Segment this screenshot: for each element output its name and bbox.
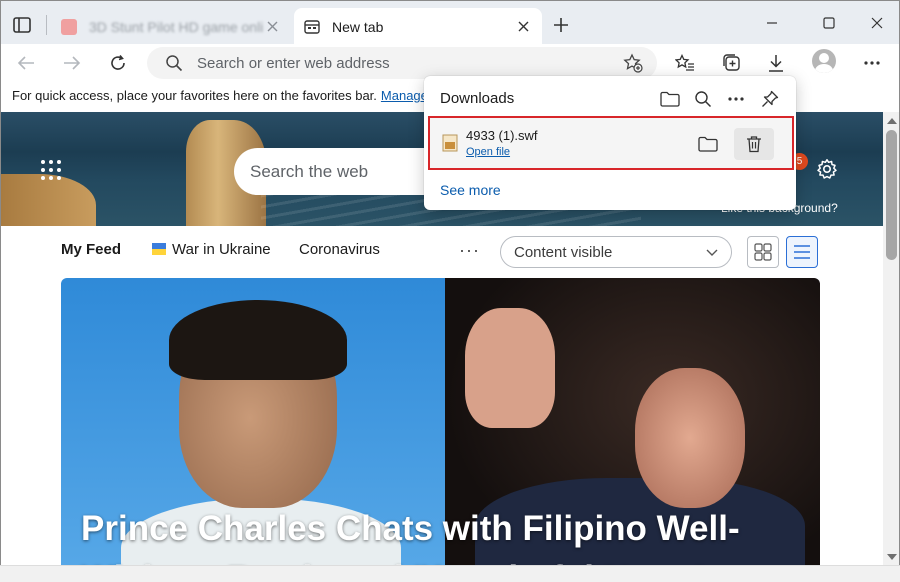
content-visibility-value: Content visible [514, 244, 613, 261]
web-search-box[interactable]: Search the web [234, 148, 434, 195]
address-bar[interactable]: Search or enter web address [147, 47, 657, 79]
gear-icon [817, 159, 837, 179]
downloads-button[interactable] [763, 50, 789, 76]
download-icon [769, 55, 783, 72]
feed-tab-my-feed[interactable]: My Feed [61, 241, 121, 258]
scroll-up-arrow[interactable] [887, 118, 897, 124]
downloads-more-options-button[interactable] [723, 86, 749, 112]
tab-actions-icon [13, 17, 31, 33]
address-placeholder: Search or enter web address [197, 55, 390, 72]
minimize-icon [767, 22, 777, 24]
close-tab-button[interactable] [263, 18, 281, 36]
open-downloads-folder-button[interactable] [657, 86, 683, 112]
refresh-button[interactable] [105, 50, 131, 76]
plus-icon [554, 18, 568, 32]
show-in-folder-button[interactable] [690, 128, 726, 160]
feed-navigation: My Feed War in Ukraine Coronavirus ··· C… [1, 226, 883, 276]
back-button[interactable] [13, 50, 39, 76]
close-tab-button[interactable] [514, 18, 532, 36]
see-more-link[interactable]: See more [440, 182, 501, 198]
list-icon [794, 245, 810, 259]
collections-icon [723, 54, 740, 71]
tab-game[interactable]: 3D Stunt Pilot HD game online [51, 8, 291, 45]
tab-title: New tab [332, 18, 384, 35]
download-file-name: 4933 (1).swf [466, 128, 538, 143]
search-downloads-button[interactable] [690, 86, 716, 112]
ukraine-flag-icon [152, 243, 166, 255]
pin-icon [762, 90, 779, 107]
favorites-icon [675, 54, 694, 71]
horizontal-scrollbar[interactable] [0, 565, 900, 582]
trash-icon [747, 136, 761, 153]
grid-layout-button[interactable] [747, 236, 779, 268]
star-add-icon [623, 53, 643, 73]
delete-download-button[interactable] [734, 128, 774, 160]
close-window-button[interactable] [862, 11, 892, 35]
add-favorite-button[interactable] [623, 53, 643, 78]
favorites-button[interactable] [672, 50, 698, 76]
search-icon [166, 55, 183, 72]
game-favicon-icon [61, 18, 77, 35]
tab-title: 3D Stunt Pilot HD game online [89, 18, 263, 35]
web-search-placeholder: Search the web [250, 162, 369, 181]
tab-separator [46, 15, 47, 35]
open-file-link[interactable]: Open file [466, 146, 510, 158]
new-tab-favicon-icon [304, 19, 320, 34]
settings-and-more-button[interactable] [859, 50, 885, 76]
more-horizontal-icon [864, 61, 880, 65]
forward-arrow-icon [64, 56, 81, 70]
vertical-scrollbar[interactable] [883, 112, 900, 582]
swf-file-icon [442, 134, 458, 152]
tab-actions-menu-button[interactable] [9, 13, 35, 37]
minimize-button[interactable] [757, 11, 787, 35]
news-image-hair [169, 300, 347, 380]
folder-icon [698, 136, 718, 152]
profile-avatar[interactable] [812, 49, 836, 73]
news-image-face [635, 368, 745, 508]
close-icon [871, 17, 883, 29]
news-image-hand [465, 308, 555, 428]
scroll-down-arrow[interactable] [887, 554, 897, 560]
chevron-down-icon [706, 249, 718, 256]
grid-icon [754, 243, 772, 261]
maximize-button[interactable] [814, 11, 844, 35]
list-layout-button[interactable] [786, 236, 818, 268]
scrollbar-thumb[interactable] [886, 130, 897, 260]
feed-tab-war-in-ukraine[interactable]: War in Ukraine [152, 241, 271, 258]
feed-tab-label: War in Ukraine [172, 241, 271, 258]
feed-more-button[interactable]: ··· [459, 240, 480, 261]
collections-button[interactable] [719, 50, 745, 76]
refresh-icon [111, 54, 125, 70]
apps-launcher-button[interactable] [41, 160, 63, 182]
news-card[interactable]: Prince Charles Chats with Filipino Well-… [61, 278, 820, 582]
favorites-bar-message: For quick access, place your favorites h… [12, 88, 377, 103]
pin-downloads-button[interactable] [757, 86, 783, 112]
more-horizontal-icon [728, 97, 744, 101]
maximize-icon [823, 17, 835, 29]
search-icon [695, 91, 712, 108]
new-tab-button[interactable] [549, 13, 573, 37]
download-item[interactable]: 4933 (1).swf Open file [428, 116, 794, 170]
downloads-flyout: Downloads 4933 (1).swf Open file See mor… [424, 76, 796, 210]
folder-icon [660, 91, 680, 107]
content-visibility-dropdown[interactable]: Content visible [500, 236, 732, 268]
forward-button[interactable] [59, 50, 85, 76]
close-icon [267, 21, 277, 32]
tab-new-tab[interactable]: New tab [294, 8, 542, 45]
back-arrow-icon [17, 56, 34, 70]
feed-tab-coronavirus[interactable]: Coronavirus [299, 241, 380, 258]
downloads-title: Downloads [440, 90, 515, 107]
tab-strip: 3D Stunt Pilot HD game online New tab [0, 0, 900, 45]
close-icon [518, 21, 528, 32]
page-settings-button[interactable] [816, 158, 838, 185]
